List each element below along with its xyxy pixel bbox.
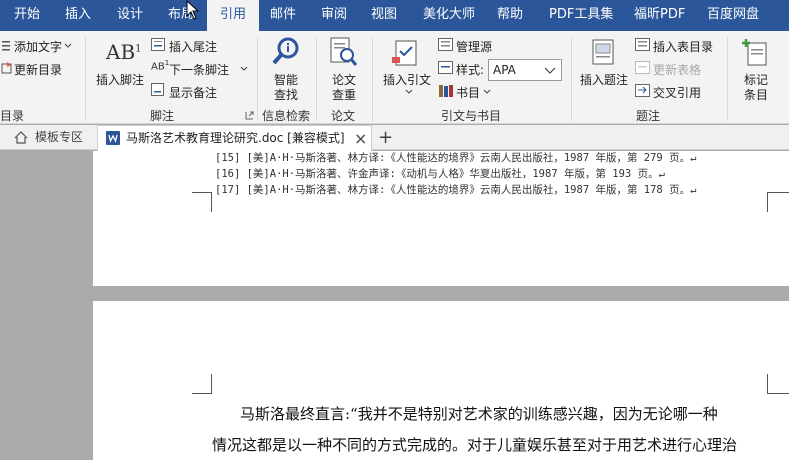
chevron-down-icon [64, 43, 72, 48]
insert-endnote-icon [151, 38, 165, 51]
bibliography-button[interactable]: 书目 [456, 84, 480, 101]
menu-view[interactable]: 视图 [371, 0, 397, 31]
menu-references[interactable]: 引用 [207, 0, 260, 31]
chevron-down-icon [544, 67, 556, 74]
dialog-launcher-icon[interactable] [245, 111, 254, 120]
style-icon [438, 61, 453, 74]
home-icon [14, 131, 28, 144]
chevron-down-icon [240, 66, 248, 71]
show-notes-icon [151, 83, 164, 96]
menu-baidu-pan[interactable]: 百度网盘 [707, 0, 759, 31]
group-divider [85, 37, 86, 121]
tab-document[interactable]: 马斯洛艺术教育理论研究.doc [兼容模式] × [97, 125, 372, 151]
new-tab-button[interactable]: + [378, 125, 393, 150]
word-document-icon [106, 131, 120, 145]
footnote-group-label: 脚注 [150, 109, 175, 123]
tab-document-title: 马斯洛艺术教育理论研究.doc [兼容模式] [126, 131, 345, 145]
menu-home[interactable]: 开始 [14, 0, 40, 31]
reference-entry: [15] [美]A·H·马斯洛著、林方译:《人性能达的境界》云南人民出版社，19… [215, 152, 697, 164]
cross-reference-button[interactable]: 交叉引用 [653, 84, 701, 101]
toc-group-label: 目录 [0, 109, 25, 123]
next-footnote-button[interactable]: 下一条脚注 [169, 61, 229, 78]
cross-reference-icon [635, 84, 650, 97]
manage-sources-button[interactable]: 管理源 [456, 38, 492, 55]
plagiarism-check-icon [330, 37, 358, 66]
smart-lookup-label-2[interactable]: 查找 [274, 86, 298, 103]
tab-templates[interactable]: 模板专区 [35, 125, 83, 150]
group-divider [316, 37, 317, 121]
insert-citation-icon [392, 40, 417, 66]
menu-insert[interactable]: 插入 [65, 0, 91, 31]
insert-citation-button[interactable]: 插入引文 [383, 71, 431, 88]
insert-caption-button[interactable]: 插入题注 [580, 71, 628, 88]
reference-entry: [16] [美]A·H·马斯洛著、许金声译:《动机与人格》华夏出版社，1987 … [215, 168, 665, 180]
citations-group-label: 引文与书目 [441, 109, 502, 123]
smart-lookup-icon [272, 37, 299, 65]
update-toc-button[interactable]: 更新目录 [14, 61, 62, 78]
paper-group-label: 论文 [331, 109, 356, 123]
insert-footnote-icon: AB1 [106, 40, 142, 64]
style-label: 样式: [456, 63, 485, 77]
insert-table-of-figures-button[interactable]: 插入表目录 [653, 38, 713, 55]
plagiarism-check-label-2[interactable]: 查重 [332, 86, 356, 103]
crop-mark [767, 192, 789, 212]
menu-review[interactable]: 审阅 [321, 0, 347, 31]
add-text-button[interactable]: 添加文字 [14, 38, 62, 55]
insert-endnote-button[interactable]: 插入尾注 [169, 38, 217, 55]
close-icon[interactable]: × [354, 126, 367, 151]
document-tab-bar: 模板专区 马斯洛艺术教育理论研究.doc [兼容模式] × + [0, 125, 789, 151]
insert-footnote-button[interactable]: 插入脚注 [96, 71, 144, 88]
next-footnote-icon: AB1 [151, 59, 170, 73]
mark-entry-icon [742, 39, 767, 66]
citation-style-value: APA [493, 63, 516, 77]
menu-foxit-pdf[interactable]: 福昕PDF [634, 0, 685, 31]
update-table-icon [635, 61, 650, 74]
body-paragraph-line: 情况这都是以一种不同的方式完成的。对于儿童娱乐甚至对于用艺术进行心理治 [212, 436, 738, 454]
insert-table-of-figures-icon [635, 38, 650, 51]
citation-style-select[interactable]: APA [488, 59, 562, 81]
body-paragraph-line: 马斯洛最终直言:“我并不是特别对艺术家的训练感兴趣，因为无论哪一种 [240, 405, 718, 423]
update-toc-icon [1, 62, 12, 74]
research-group-label: 信息检索 [262, 109, 311, 123]
crop-mark [192, 192, 212, 212]
chevron-down-icon [405, 89, 413, 94]
bibliography-icon [439, 85, 453, 97]
update-table-button[interactable]: 更新表格 [653, 61, 701, 78]
menu-help[interactable]: 帮助 [497, 0, 523, 31]
ribbon-panel: 添加文字 更新目录 目录 AB1 插入脚注 插入尾注 AB1 下一条脚注 显示备… [0, 31, 789, 124]
ribbon-menu-bar: 开始 插入 设计 布局 引用 邮件 审阅 视图 美化大师 帮助 PDF工具集 福… [0, 0, 789, 31]
crop-mark [192, 374, 212, 394]
captions-group-label: 题注 [636, 109, 661, 123]
chevron-down-icon [483, 89, 491, 94]
group-divider [727, 37, 728, 121]
manage-sources-icon [438, 38, 453, 51]
menu-pdf-tools[interactable]: PDF工具集 [549, 0, 613, 31]
mark-entry-label-2[interactable]: 条目 [744, 86, 768, 103]
reference-entry: [17] [美]A·H·马斯洛著、林方译:《人性能达的境界》云南人民出版社，19… [215, 184, 697, 196]
menu-design[interactable]: 设计 [117, 0, 143, 31]
group-divider [372, 37, 373, 121]
add-text-icon [2, 41, 10, 51]
group-divider [257, 37, 258, 121]
insert-caption-icon [592, 39, 614, 65]
crop-mark [767, 374, 789, 394]
mouse-pointer-icon [186, 0, 200, 20]
show-notes-button[interactable]: 显示备注 [169, 84, 217, 101]
group-divider [571, 37, 572, 121]
menu-beautify[interactable]: 美化大师 [423, 0, 475, 31]
menu-mailings[interactable]: 邮件 [270, 0, 296, 31]
